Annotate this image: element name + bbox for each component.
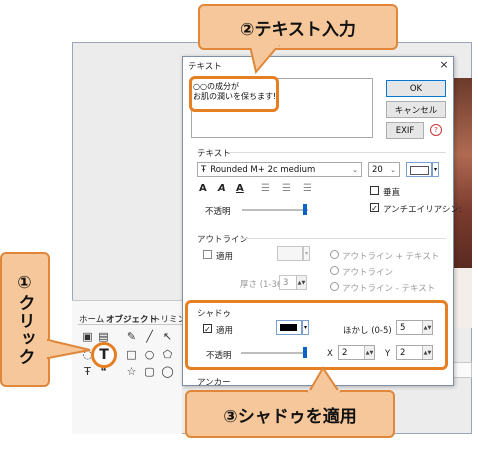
align-center-icon[interactable]: ☰ xyxy=(282,183,291,194)
color-dropdown-icon[interactable]: ▾ xyxy=(432,162,439,177)
text-tool-icon: T xyxy=(99,347,109,363)
radio-outline-minus-text-label: アウトライン - テキスト xyxy=(342,284,436,294)
line-tool-icon[interactable]: ╱ xyxy=(142,329,157,344)
radio-outline-text[interactable] xyxy=(330,250,339,259)
vertical-checkbox[interactable] xyxy=(370,186,379,195)
callout-step3-pointer xyxy=(307,366,341,395)
spin-arrows-icon[interactable]: ▲▼ xyxy=(296,276,306,289)
italic-icon[interactable]: A xyxy=(218,183,226,194)
align-right-icon[interactable]: ☰ xyxy=(303,183,312,194)
tab-divider xyxy=(78,324,182,325)
underline-icon[interactable]: A xyxy=(236,183,244,194)
radio-outline-minus-text[interactable] xyxy=(330,282,339,291)
text-opacity-slider-thumb[interactable] xyxy=(303,204,307,215)
star-tool-icon[interactable]: ☆ xyxy=(124,364,139,379)
help-icon[interactable]: ? xyxy=(430,124,442,136)
outline-section-heading: アウトライン xyxy=(197,235,249,245)
chevron-down-icon: ⌄ xyxy=(390,165,396,174)
outline-color-picker[interactable] xyxy=(277,246,303,261)
text-color-swatch xyxy=(410,166,429,175)
callout-step2-label: ②テキスト入力 xyxy=(198,4,398,50)
callout-step2: ②テキスト入力 xyxy=(198,4,398,75)
chevron-down-icon: ⌄ xyxy=(352,165,358,174)
rect-tool-icon[interactable]: □ xyxy=(124,347,139,362)
bold-icon[interactable]: A xyxy=(199,183,207,194)
bubble-shape-tool-icon[interactable]: ◯ xyxy=(160,364,175,379)
callout-step3-label: ③シャドゥを適用 xyxy=(185,390,395,438)
text-tool-button[interactable]: T xyxy=(91,342,117,368)
font-size-value: 20 xyxy=(372,164,383,175)
radio-outline-text-label: アウトライン + テキスト xyxy=(342,252,440,262)
ok-button[interactable]: OK xyxy=(386,80,446,97)
outline-apply-label: 適用 xyxy=(216,252,234,262)
align-left-icon[interactable]: ☰ xyxy=(261,183,270,194)
font-size-select[interactable]: 20 ⌄ xyxy=(368,162,400,177)
outline-color-dropdown-icon[interactable]: ▾ xyxy=(303,246,310,261)
exif-button[interactable]: EXIF xyxy=(386,122,424,139)
callout-step2-pointer xyxy=(248,43,281,75)
callout-step3: ③シャドゥを適用 xyxy=(185,366,395,438)
outline-thickness-input[interactable]: 3 ▲▼ xyxy=(279,275,307,290)
shadow-section-highlight xyxy=(185,300,448,370)
font-name: Rounded M+ 2c medium xyxy=(210,164,316,175)
text-section-divider xyxy=(228,152,446,153)
circle-tool-icon[interactable]: ○ xyxy=(142,347,157,362)
callout-step1-label: ①クリック xyxy=(14,273,35,366)
outline-thickness-value: 3 xyxy=(283,277,289,288)
antialias-label: アンチエイリアシン: xyxy=(383,205,462,215)
text-opacity-slider[interactable] xyxy=(242,209,308,211)
text-fx-tool-icon[interactable]: Ŧ xyxy=(80,364,95,379)
callout-step1: ①クリック xyxy=(0,252,50,387)
text-opacity-label: 不透明 xyxy=(205,207,231,217)
truetype-icon: Ŧ xyxy=(201,164,207,175)
text-section-heading: テキスト xyxy=(197,149,231,159)
brush-tool-icon[interactable]: ✎ xyxy=(124,329,139,344)
round-rect-tool-icon[interactable]: ▢ xyxy=(142,364,157,379)
anchor-section-heading: アンカー xyxy=(197,378,231,388)
callout-step1-pointer xyxy=(44,338,91,360)
pentagon-tool-icon[interactable]: ⬠ xyxy=(160,347,175,362)
vertical-label: 垂直 xyxy=(383,188,401,198)
outline-section-divider xyxy=(240,238,446,239)
arrow-tool-icon[interactable]: ↖ xyxy=(160,329,175,344)
radio-outline[interactable] xyxy=(330,266,339,275)
font-select[interactable]: Ŧ Rounded M+ 2c medium ⌄ xyxy=(197,162,362,177)
radio-outline-label: アウトライン xyxy=(342,268,394,278)
close-icon[interactable]: × xyxy=(437,57,451,71)
text-color-picker[interactable] xyxy=(406,162,432,177)
outline-apply-checkbox[interactable] xyxy=(203,250,212,259)
cancel-button[interactable]: キャンセル xyxy=(386,101,446,118)
antialias-checkbox[interactable]: ✓ xyxy=(370,203,379,213)
text-input-highlight xyxy=(189,76,279,112)
dialog-title: テキスト xyxy=(188,62,222,72)
